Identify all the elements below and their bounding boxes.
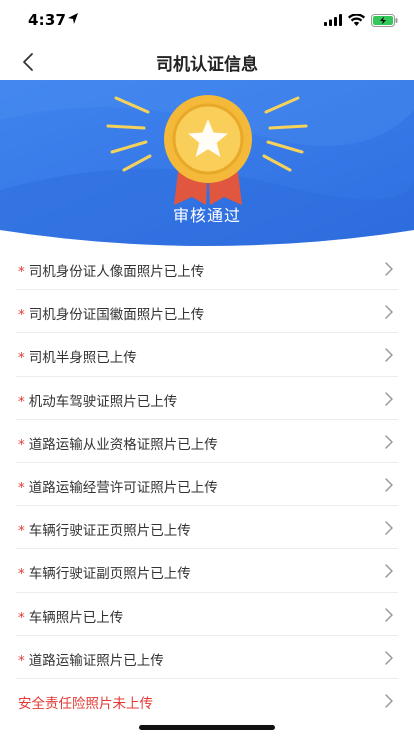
list-item[interactable]: * 车辆照片已上传	[16, 593, 398, 636]
required-marker: *	[18, 307, 25, 324]
list-item[interactable]: * 车辆行驶证副页照片已上传	[16, 549, 398, 593]
item-label: * 道路运输经营许可证照片已上传	[18, 476, 218, 496]
wifi-icon	[348, 14, 365, 26]
status-bar: 4:37	[0, 0, 414, 44]
item-label-text: 安全责任险照片未上传	[18, 695, 153, 712]
required-marker: *	[18, 609, 25, 626]
chevron-right-icon	[385, 305, 393, 319]
approval-banner: 审核通过	[0, 80, 414, 250]
required-marker: *	[18, 652, 25, 669]
list-item[interactable]: 安全责任险照片未上传	[16, 679, 398, 722]
status-time: 4:37	[28, 11, 67, 29]
home-indicator	[139, 725, 275, 730]
required-marker: *	[18, 479, 25, 496]
chevron-right-icon	[385, 650, 393, 665]
item-label: * 司机半身照已上传	[18, 346, 137, 366]
item-label: * 车辆行驶证正页照片已上传	[18, 519, 191, 539]
chevron-right-icon	[385, 694, 393, 708]
item-label: * 道路运输证照片已上传	[18, 649, 164, 669]
location-arrow-icon	[68, 13, 78, 24]
chevron-right-icon	[385, 607, 393, 622]
required-marker: *	[18, 350, 25, 367]
required-marker: *	[18, 393, 25, 410]
item-label-text: 道路运输经营许可证照片已上传	[28, 479, 218, 496]
chevron-right-icon	[385, 478, 393, 492]
item-label-text: 道路运输证照片已上传	[28, 652, 164, 669]
medal-star-icon	[164, 95, 252, 205]
item-label: * 车辆照片已上传	[18, 606, 123, 626]
item-label: 安全责任险照片未上传	[18, 692, 153, 712]
chevron-right-icon	[385, 262, 393, 276]
list-item[interactable]: * 司机身份证人像面照片已上传	[16, 247, 398, 291]
item-label-text: 机动车驾驶证照片已上传	[28, 393, 178, 410]
list-item[interactable]: * 司机身份证国徽面照片已上传	[16, 290, 398, 334]
approval-status: 审核通过	[172, 206, 241, 225]
item-label: * 机动车驾驶证照片已上传	[18, 390, 177, 410]
status-icons	[324, 12, 398, 28]
list-item[interactable]: * 道路运输经营许可证照片已上传	[16, 463, 398, 507]
list-item[interactable]: * 机动车驾驶证照片已上传	[16, 377, 398, 420]
chevron-right-icon	[385, 391, 393, 406]
page-title: 司机认证信息	[156, 55, 258, 75]
required-marker: *	[18, 436, 25, 453]
item-label: * 司机身份证国徽面照片已上传	[18, 303, 204, 323]
required-marker: *	[18, 264, 25, 280]
item-label-text: 司机身份证国徽面照片已上传	[28, 307, 205, 324]
required-marker: *	[18, 523, 25, 540]
chevron-right-icon	[385, 564, 393, 579]
battery-charging-icon	[371, 13, 398, 27]
list-item[interactable]: * 道路运输证照片已上传	[16, 636, 398, 679]
document-list: * 司机身份证人像面照片已上传 * 司机身份证国徽面照片已上传 * 司机半身照已上传 * 机动…	[0, 247, 414, 722]
list-item[interactable]: * 司机半身照已上传	[16, 333, 398, 377]
chevron-right-icon	[385, 521, 393, 535]
item-label-text: 道路运输从业资格证照片已上传	[28, 436, 218, 453]
nav-bar: 司机认证信息	[0, 44, 414, 80]
item-label: * 道路运输从业资格证照片已上传	[18, 433, 218, 453]
required-marker: *	[18, 566, 25, 583]
item-label-text: 司机身份证人像面照片已上传	[28, 264, 205, 280]
list-item[interactable]: * 道路运输从业资格证照片已上传	[16, 420, 398, 463]
item-label-text: 司机半身照已上传	[28, 350, 137, 367]
item-label: * 车辆行驶证副页照片已上传	[18, 562, 191, 582]
item-label: * 司机身份证人像面照片已上传	[18, 260, 204, 280]
list-item[interactable]: * 车辆行驶证正页照片已上传	[16, 506, 398, 550]
item-label-text: 车辆行驶证正页照片已上传	[28, 523, 191, 540]
chevron-right-icon	[385, 435, 393, 449]
item-label-text: 车辆照片已上传	[28, 609, 124, 626]
chevron-right-icon	[385, 348, 393, 363]
item-label-text: 车辆行驶证副页照片已上传	[28, 566, 191, 583]
signal-icon	[324, 14, 342, 26]
